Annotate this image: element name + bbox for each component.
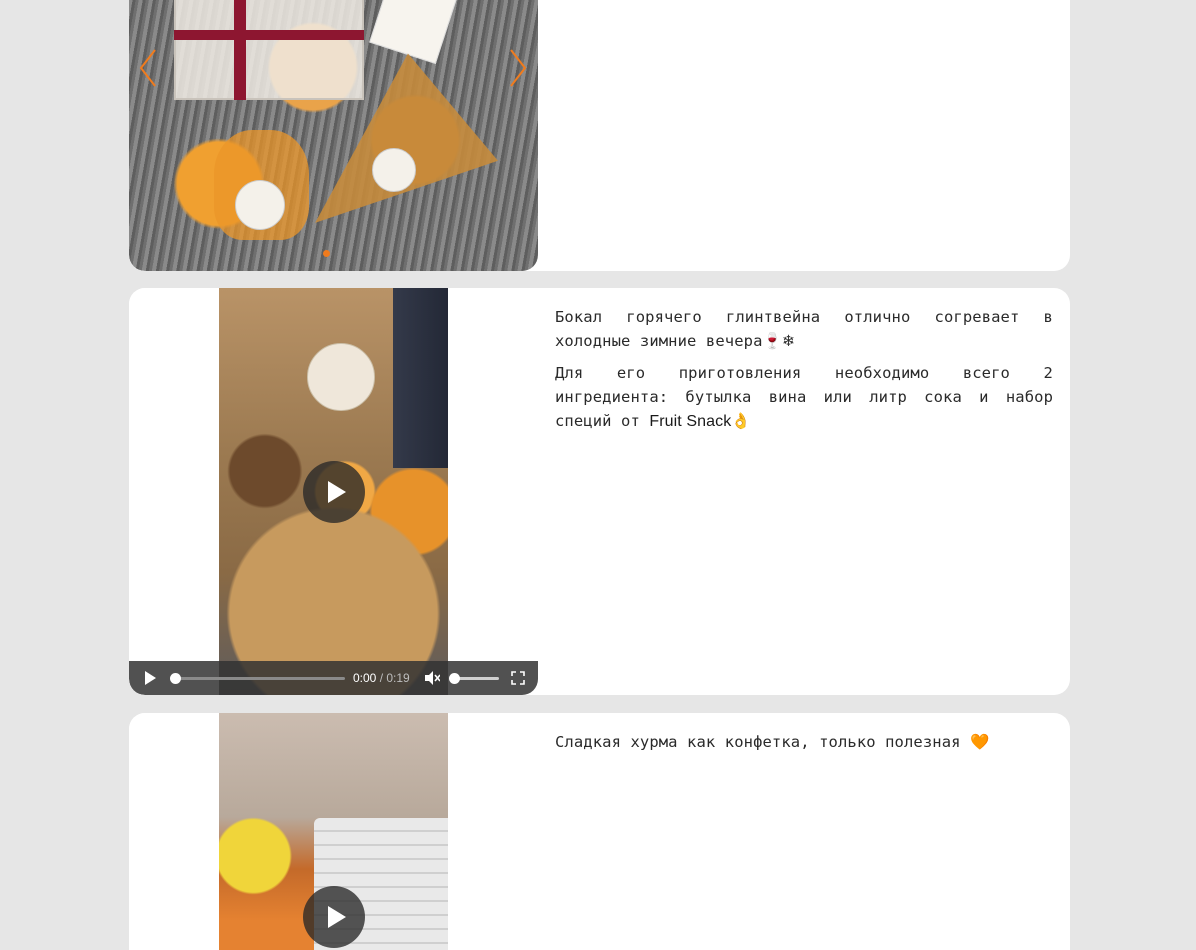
- progress-knob[interactable]: [170, 673, 181, 684]
- slider-dot-active[interactable]: [323, 250, 330, 257]
- post-card-mulled-wine: 0:00 / 0:19 Бокал горячего глинтвейна от…: [129, 288, 1070, 695]
- time-separator: /: [376, 671, 387, 685]
- brand-name: Fruit Snack: [649, 413, 732, 430]
- paragraph-text: Сладкая хурма как конфетка, только полез…: [555, 733, 970, 751]
- ok-hand-emoji: 👌: [731, 412, 751, 430]
- post-paragraph-1: Сладкая хурма как конфетка, только полез…: [555, 730, 1053, 754]
- video-time: 0:00 / 0:19: [353, 671, 410, 685]
- post-text: Сладкая хурма как конфетка, только полез…: [555, 730, 1053, 762]
- video-player: [129, 713, 538, 950]
- video-controls: 0:00 / 0:19: [129, 661, 538, 695]
- orange-heart-emoji: 🧡: [970, 733, 990, 751]
- gift-photo: [129, 0, 538, 271]
- paragraph-text: Бокал горячего глинтвейна отлично согрев…: [555, 308, 1053, 350]
- current-time: 0:00: [353, 671, 377, 685]
- video-play-button[interactable]: [303, 886, 365, 948]
- paragraph-text: Для его приготовления необходимо всего 2…: [555, 364, 1053, 430]
- volume-knob[interactable]: [449, 673, 460, 684]
- slider-next-arrow-icon[interactable]: [509, 48, 527, 88]
- photo-slider: [129, 0, 538, 271]
- post-card-gift: [129, 0, 1070, 271]
- post-card-persimmon: Сладкая хурма как конфетка, только полез…: [129, 713, 1070, 950]
- post-paragraph-2: Для его приготовления необходимо всего 2…: [555, 361, 1053, 434]
- fullscreen-icon[interactable]: [511, 671, 525, 685]
- video-player: 0:00 / 0:19: [129, 288, 538, 695]
- video-play-button[interactable]: [303, 461, 365, 523]
- post-paragraph-1: Бокал горячего глинтвейна отлично согрев…: [555, 305, 1053, 353]
- volume-slider[interactable]: [449, 673, 499, 684]
- wine-snowflake-emoji: 🍷❄: [762, 332, 795, 350]
- slider-prev-arrow-icon[interactable]: [139, 48, 157, 88]
- control-play-icon[interactable]: [145, 671, 156, 685]
- video-progress-bar[interactable]: [170, 673, 345, 684]
- post-text: Бокал горячего глинтвейна отлично согрев…: [555, 305, 1053, 442]
- mute-icon[interactable]: [424, 670, 441, 686]
- video-duration: 0:19: [386, 671, 410, 685]
